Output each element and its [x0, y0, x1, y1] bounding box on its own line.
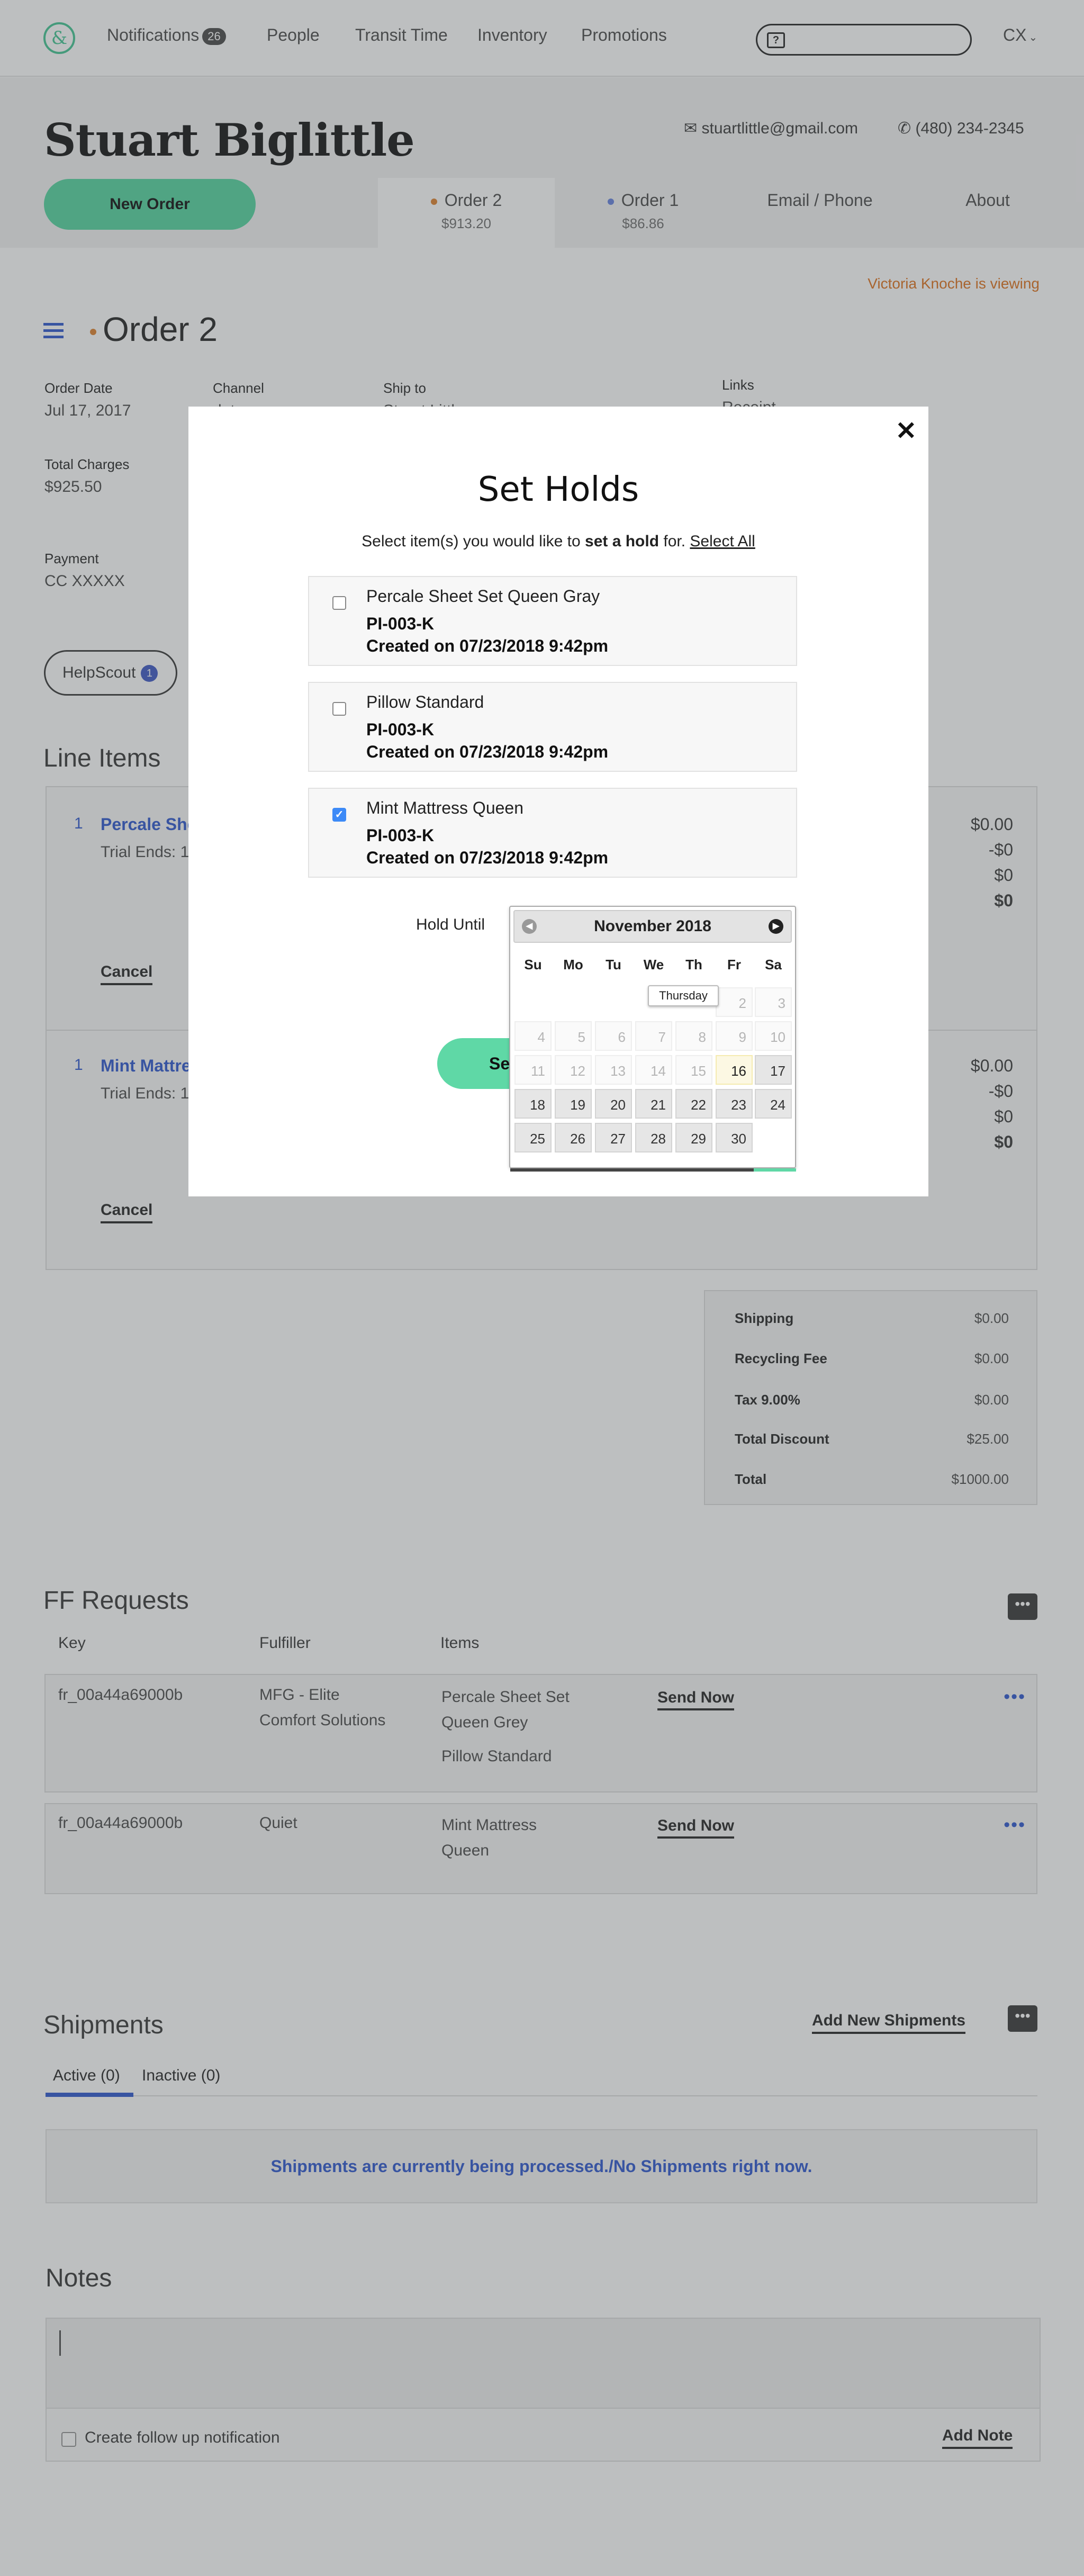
datepicker-month: November 2018	[594, 917, 711, 935]
modal-subtitle-text: for.	[659, 533, 690, 550]
calendar-day: 15	[675, 1055, 712, 1085]
calendar-day[interactable]: 17	[755, 1055, 792, 1085]
hold-item-created: Created on 07/23/2018 9:42pm	[366, 848, 609, 867]
set-hold-button-edge	[754, 1168, 796, 1172]
hold-item-code: PI-003-K	[366, 826, 435, 845]
modal-backdrop[interactable]	[0, 0, 1084, 2576]
calendar-day[interactable]: 21	[635, 1089, 672, 1119]
hold-until-label: Hold Until	[416, 916, 485, 933]
calendar-day: 8	[675, 1021, 712, 1051]
hold-item[interactable]: Pillow Standard PI-003-K Created on 07/2…	[308, 682, 797, 772]
calendar-day[interactable]: 23	[716, 1089, 753, 1119]
calendar-day: 7	[635, 1021, 672, 1051]
datepicker-input-border	[510, 1168, 754, 1172]
hold-item-name: Pillow Standard	[366, 692, 484, 711]
hold-item-name: Percale Sheet Set Queen Gray	[366, 587, 600, 606]
calendar-day: 4	[514, 1021, 552, 1051]
modal-subtitle-text: Select item(s) you would like to	[362, 533, 585, 550]
calendar-day[interactable]: 22	[675, 1089, 712, 1119]
calendar-day: 2	[716, 987, 753, 1017]
calendar-day: 11	[514, 1055, 552, 1085]
calendar-day[interactable]: 24	[755, 1089, 792, 1119]
calendar-day[interactable]: 28	[635, 1123, 672, 1152]
calendar-day[interactable]: 20	[595, 1089, 632, 1119]
calendar-day: 6	[595, 1021, 632, 1051]
weekday-header: Tu	[606, 957, 621, 972]
close-icon[interactable]: ✕	[896, 416, 917, 446]
calendar-day: 10	[755, 1021, 792, 1051]
calendar-day: 14	[635, 1055, 672, 1085]
weekday-header: Mo	[563, 957, 583, 972]
modal-subtitle: Select item(s) you would like to set a h…	[188, 533, 928, 551]
hold-item-checkbox[interactable]	[332, 596, 346, 610]
hold-item-created: Created on 07/23/2018 9:42pm	[366, 742, 609, 761]
calendar-day[interactable]: 18	[514, 1089, 552, 1119]
weekday-header: Fr	[727, 957, 741, 972]
hold-item[interactable]: Percale Sheet Set Queen Gray PI-003-K Cr…	[308, 576, 797, 666]
hold-until-datepicker: ◀ November 2018 ▶ Su Mo Tu We Th Fr Sa 2 3 4 5 6 7 8 9…	[509, 906, 796, 1172]
calendar-day: 12	[555, 1055, 592, 1085]
calendar-day: 9	[716, 1021, 753, 1051]
modal-subtitle-bold: set a hold	[585, 533, 660, 550]
calendar-day[interactable]: 26	[555, 1123, 592, 1152]
hold-item-created: Created on 07/23/2018 9:42pm	[366, 636, 609, 655]
calendar-day[interactable]: 16	[716, 1055, 753, 1085]
calendar-day: 5	[555, 1021, 592, 1051]
calendar-day[interactable]: 27	[595, 1123, 632, 1152]
calendar-day[interactable]: 30	[716, 1123, 753, 1152]
hold-item-checkbox-checked[interactable]: ✓	[332, 808, 346, 822]
hold-item-code: PI-003-K	[366, 614, 435, 633]
hold-item[interactable]: ✓ Mint Mattress Queen PI-003-K Created o…	[308, 788, 797, 878]
weekday-header: Su	[524, 957, 542, 972]
hold-item-code: PI-003-K	[366, 720, 435, 739]
day-tooltip: Thursday	[648, 985, 719, 1006]
prev-month-icon[interactable]: ◀	[522, 919, 537, 934]
select-all-link[interactable]: Select All	[690, 533, 755, 550]
weekday-header: We	[643, 957, 664, 972]
next-month-icon[interactable]: ▶	[769, 919, 783, 934]
weekday-header: Th	[685, 957, 702, 972]
calendar-day[interactable]: 25	[514, 1123, 552, 1152]
weekday-header: Sa	[765, 957, 782, 972]
calendar-day[interactable]: 19	[555, 1089, 592, 1119]
datepicker-header: ◀ November 2018 ▶	[513, 910, 792, 943]
hold-item-name: Mint Mattress Queen	[366, 798, 523, 817]
modal-title: Set Holds	[477, 470, 639, 509]
calendar-day: 13	[595, 1055, 632, 1085]
calendar-day[interactable]: 29	[675, 1123, 712, 1152]
hold-item-checkbox[interactable]	[332, 702, 346, 716]
calendar-day: 3	[755, 987, 792, 1017]
